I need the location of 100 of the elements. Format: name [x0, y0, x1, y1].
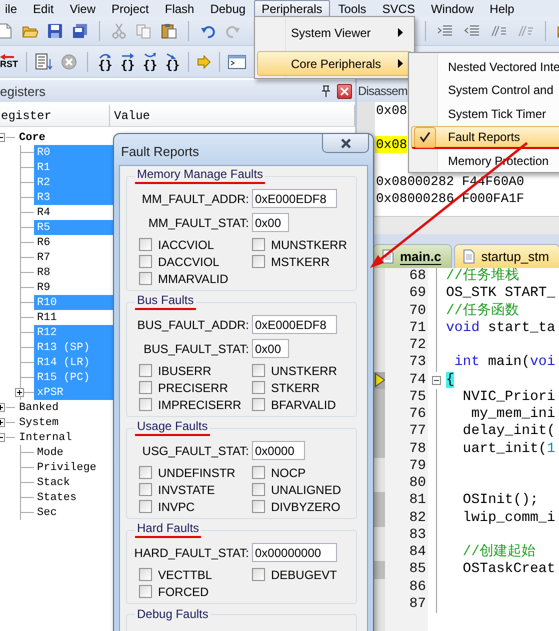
field-label: MM_FAULT_ADDR:	[142, 192, 249, 206]
checkbox-label: INVPC	[158, 500, 195, 514]
checkbox-label: PRECISERR	[158, 380, 228, 394]
code-line: uart_init(1	[462, 440, 556, 456]
checkbox-label: UNSTKERR	[271, 364, 338, 378]
field-label: BUS_FAULT_STAT:	[144, 342, 249, 356]
menu-bar-item[interactable]: Help	[482, 0, 522, 18]
editor-tab[interactable]: startup_stm	[454, 244, 559, 268]
line-number: 70	[408, 302, 427, 320]
checkbox-label: NOCP	[271, 466, 306, 480]
line-number: 72	[408, 337, 427, 354]
line-number: 83	[408, 526, 427, 544]
menu-bar-item[interactable]: Window	[422, 0, 482, 18]
tree-item[interactable]: Core	[16, 130, 46, 145]
step-button[interactable]: {}	[142, 52, 158, 70]
checkbox-label: FORCED	[158, 584, 209, 598]
code-line: //任务函数	[446, 302, 519, 318]
line-number: 68	[408, 268, 427, 286]
value-field[interactable]: 0xE000EDF8	[252, 189, 337, 208]
code-line: lwip_comm_i	[462, 510, 556, 526]
pane-title: egisters	[0, 84, 47, 98]
code-line: OSTaskCreat	[462, 561, 556, 578]
disassembly-line: 0x08	[375, 102, 408, 119]
menu-item[interactable]: Core Peripherals	[257, 51, 412, 76]
dialog-title: Fault Reports	[121, 144, 200, 159]
checkbox-label: IBUSERR	[158, 364, 212, 378]
line-number: 71	[408, 320, 427, 337]
menu-item[interactable]: System Control and	[411, 78, 559, 102]
step-button[interactable]: {}	[120, 52, 135, 70]
checkbox-label: BFARVALID	[271, 398, 336, 412]
pane-title: Disassem	[357, 84, 408, 98]
menu-bar-item[interactable]: View	[62, 0, 104, 18]
checkbox-label: IACCVIOL	[158, 238, 214, 252]
menu-bar-item[interactable]: SVCS	[374, 0, 423, 18]
line-number: 87	[408, 596, 427, 613]
checkbox-label: MUNSTKERR	[271, 238, 348, 252]
checkbox-label: UNALIGNED	[271, 482, 342, 496]
line-number: 85	[408, 561, 427, 578]
menu-bar-item[interactable]: Edit	[25, 0, 62, 18]
line-number: 82	[408, 510, 427, 527]
group-title: Hard Faults	[135, 522, 202, 538]
tree-item[interactable]: System	[16, 415, 59, 430]
field-label: MM_FAULT_STAT:	[148, 216, 249, 230]
code-line: NVIC_Priori	[462, 388, 556, 405]
code-line: OSInit();	[462, 492, 538, 508]
field-label: BUS_FAULT_ADDR:	[137, 318, 249, 332]
group-title: Bus Faults	[135, 294, 196, 310]
step-button[interactable]: {}	[165, 52, 180, 70]
step-button[interactable]: {}	[98, 52, 112, 70]
code-line: int main(voi	[453, 354, 556, 370]
checkbox-label: DEBUGEVT	[271, 568, 338, 582]
field-label: USG_FAULT_STAT:	[142, 444, 249, 458]
group-title: Memory Manage Faults	[135, 168, 266, 184]
checkbox-label: MMARVALID	[158, 272, 228, 286]
menu-bar-item[interactable]: Tools	[330, 0, 374, 18]
line-number: 76	[408, 406, 427, 424]
line-number: 79	[408, 458, 427, 475]
menu-bar-item[interactable]: Flash	[156, 0, 202, 18]
line-number: 78	[408, 440, 427, 458]
checkbox-label: VECTTBL	[158, 568, 212, 582]
code-line: OS_STK START_	[446, 285, 556, 302]
checkbox-label: MSTKERR	[271, 254, 330, 268]
code-line: void start_ta	[446, 320, 556, 336]
line-number: 69	[408, 285, 427, 302]
code-line: my_mem_ini	[470, 406, 556, 422]
value-field[interactable]: 0x00	[252, 339, 289, 358]
menu-item[interactable]: Fault Reports	[411, 126, 559, 149]
value-field[interactable]: 0xE000EDF8	[252, 315, 337, 334]
line-number: 73	[408, 354, 427, 372]
menu-bar-item[interactable]: ile	[0, 0, 26, 18]
value-field[interactable]: 0x0000	[252, 441, 305, 460]
disassembly-line: 0x08000286 F000FA1F	[375, 190, 524, 207]
tree-item[interactable]: Banked	[16, 400, 59, 415]
group-title: Debug Faults	[136, 607, 210, 621]
column-header[interactable]: Value	[110, 105, 355, 126]
menu-bar-item[interactable]: Debug	[202, 0, 254, 18]
line-number: 77	[408, 423, 427, 440]
editor-tab[interactable]: main.c	[373, 244, 452, 268]
line-number: 75	[408, 388, 427, 406]
tree-item[interactable]: Internal	[16, 430, 72, 445]
checkbox-label: INVSTATE	[158, 482, 215, 496]
line-number: 84	[408, 544, 427, 562]
field-label: HARD_FAULT_STAT:	[134, 546, 249, 560]
value-field[interactable]: 0x00	[252, 213, 289, 232]
column-header[interactable]: egister	[0, 105, 110, 126]
group-title: Usage Faults	[135, 420, 210, 436]
value-field[interactable]: 0x00000000	[252, 543, 337, 562]
line-number: 80	[408, 475, 427, 492]
line-number: 86	[408, 578, 427, 596]
checkbox-label: DIVBYZERO	[271, 500, 340, 514]
checkbox-label: IMPRECISERR	[158, 398, 242, 412]
checkbox-label: DACCVIOL	[158, 254, 220, 268]
code-line: delay_init(	[462, 423, 556, 440]
reset-button[interactable]: RST	[0, 54, 18, 69]
line-number: 81	[408, 492, 427, 510]
line-number: 74	[408, 372, 427, 389]
checkbox-label: UNDEFINSTR	[158, 466, 236, 480]
menu-item[interactable]: System Tick Timer	[411, 102, 559, 126]
menu-bar-item[interactable]: Project	[104, 0, 157, 18]
checkbox-label: STKERR	[271, 380, 320, 394]
